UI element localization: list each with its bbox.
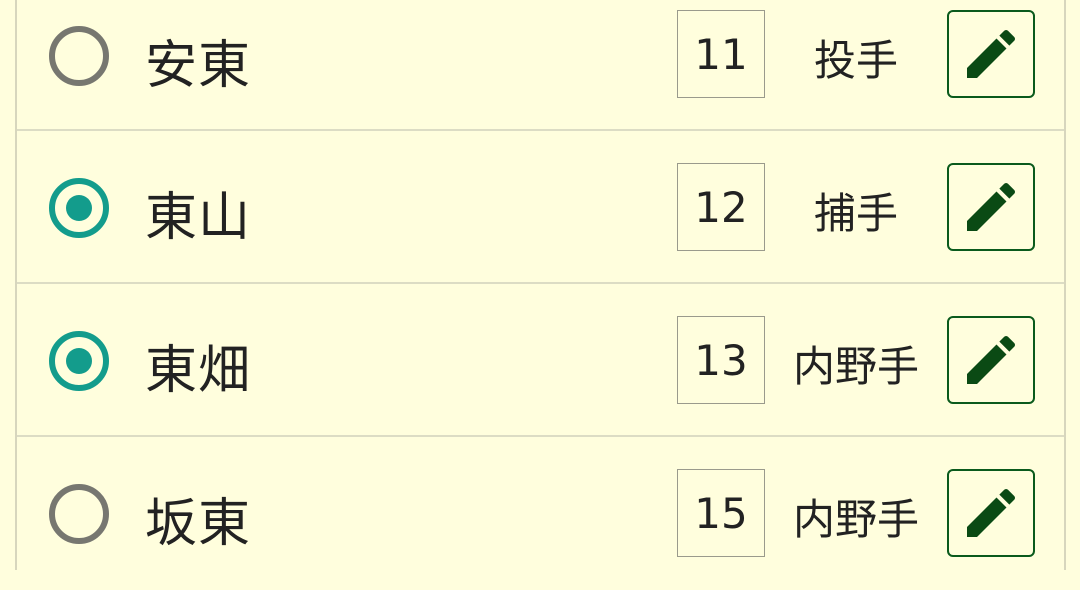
player-row[interactable]: 坂東 15 内野手 — [17, 438, 1064, 590]
player-name: 東畑 — [145, 341, 252, 401]
edit-button[interactable] — [947, 163, 1035, 251]
edit-button[interactable] — [947, 469, 1035, 557]
player-row[interactable]: 東畑 13 内野手 — [17, 285, 1064, 437]
edit-button[interactable] — [947, 10, 1035, 98]
radio-unchecked-icon[interactable] — [49, 484, 109, 544]
player-number: 11 — [677, 10, 765, 98]
edit-button[interactable] — [947, 316, 1035, 404]
radio-checked-icon[interactable] — [49, 331, 109, 391]
player-name: 東山 — [145, 188, 252, 248]
player-row[interactable]: 東山 12 捕手 — [17, 132, 1064, 284]
player-position: 捕手 — [813, 189, 898, 238]
player-number: 15 — [677, 469, 765, 557]
player-position: 内野手 — [792, 342, 919, 391]
player-position: 投手 — [813, 36, 898, 85]
radio-checked-icon[interactable] — [49, 178, 109, 238]
pencil-icon — [967, 335, 1016, 384]
player-name: 安東 — [145, 36, 252, 96]
player-number: 13 — [677, 316, 765, 404]
player-list: 安東 11 投手 東山 12 捕手 東畑 13 内野手 坂東 15 内野手 — [15, 0, 1066, 570]
pencil-icon — [967, 182, 1016, 231]
radio-unchecked-icon[interactable] — [49, 26, 109, 86]
player-name: 坂東 — [145, 494, 252, 554]
player-position: 内野手 — [792, 495, 919, 544]
player-row[interactable]: 安東 11 投手 — [17, 0, 1064, 131]
player-number: 12 — [677, 163, 765, 251]
pencil-icon — [967, 488, 1016, 537]
pencil-icon — [967, 29, 1016, 78]
